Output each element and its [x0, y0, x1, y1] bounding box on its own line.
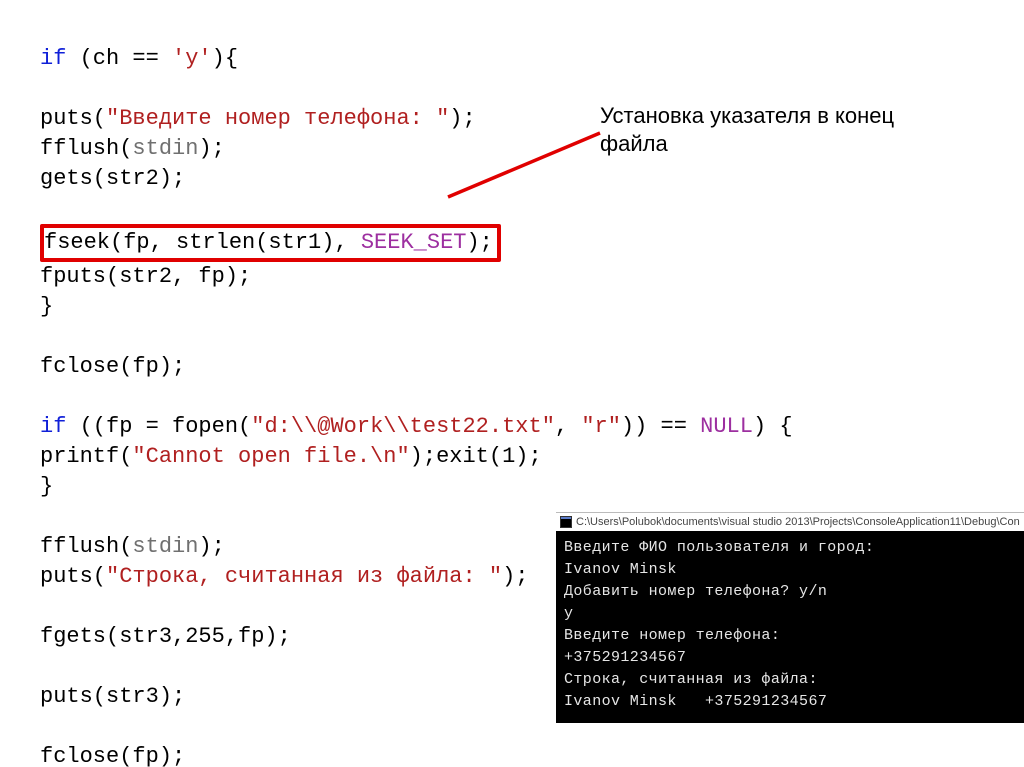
console-icon — [560, 516, 572, 528]
code-text: (ch == — [66, 46, 172, 71]
console-window: C:\Users\Polubok\documents\visual studio… — [556, 512, 1024, 723]
highlight-box: fseek(fp, strlen(str1), SEEK_SET); — [40, 224, 501, 262]
string-literal: "Cannot open file.\n" — [132, 444, 409, 469]
code-text: ); — [198, 534, 224, 559]
console-title-text: C:\Users\Polubok\documents\visual studio… — [576, 516, 1020, 528]
code-text: fgets(str3,255,fp); — [40, 624, 291, 649]
console-line: y — [564, 605, 573, 622]
console-output: Введите ФИО пользователя и город: Ivanov… — [556, 531, 1024, 723]
code-text: } — [40, 294, 53, 319]
code-text: );exit(1); — [410, 444, 542, 469]
code-text: ); — [449, 106, 475, 131]
ident-stdin: stdin — [132, 136, 198, 161]
code-text: fputs(str2, fp); — [40, 264, 251, 289]
string-literal: "Введите номер телефона: " — [106, 106, 449, 131]
console-line: Введите ФИО пользователя и город: — [564, 539, 874, 556]
macro-null: NULL — [700, 414, 753, 439]
kw-if: if — [40, 414, 66, 439]
console-line: Ivanov Minsk +375291234567 — [564, 693, 827, 710]
console-line: +375291234567 — [564, 649, 686, 666]
console-titlebar: C:\Users\Polubok\documents\visual studio… — [556, 513, 1024, 531]
string-literal: "Строка, считанная из файла: " — [106, 564, 502, 589]
code-text: ); — [466, 230, 492, 255]
char-literal: 'y' — [172, 46, 212, 71]
code-text: fflush( — [40, 534, 132, 559]
console-line: Ivanov Minsk — [564, 561, 677, 578]
code-text: } — [40, 474, 53, 499]
annotation-text: Установка указателя в конец файла — [600, 102, 940, 158]
code-text: fclose(fp); — [40, 744, 185, 767]
code-text: ){ — [212, 46, 238, 71]
code-text: fclose(fp); — [40, 354, 185, 379]
code-text: puts(str3); — [40, 684, 185, 709]
string-literal: "r" — [581, 414, 621, 439]
kw-if: if — [40, 46, 66, 71]
code-text: ) { — [753, 414, 793, 439]
code-text: gets(str2); — [40, 166, 185, 191]
code-text: puts( — [40, 106, 106, 131]
ident-stdin: stdin — [132, 534, 198, 559]
console-line: Введите номер телефона: — [564, 627, 780, 644]
code-text: fflush( — [40, 136, 132, 161]
code-text: ); — [198, 136, 224, 161]
string-literal: "d:\\@Work\\test22.txt" — [251, 414, 555, 439]
code-text: ((fp = fopen( — [66, 414, 251, 439]
slide: if (ch == 'y'){ puts("Введите номер теле… — [0, 0, 1024, 767]
code-text: puts( — [40, 564, 106, 589]
console-line: Добавить номер телефона? y/n — [564, 583, 827, 600]
macro-seek-set: SEEK_SET — [361, 230, 467, 255]
code-text: , — [555, 414, 581, 439]
console-line: Строка, считанная из файла: — [564, 671, 818, 688]
code-text: printf( — [40, 444, 132, 469]
code-text: ); — [502, 564, 528, 589]
code-text: )) == — [621, 414, 700, 439]
code-text: fseek(fp, strlen(str1), — [44, 230, 361, 255]
